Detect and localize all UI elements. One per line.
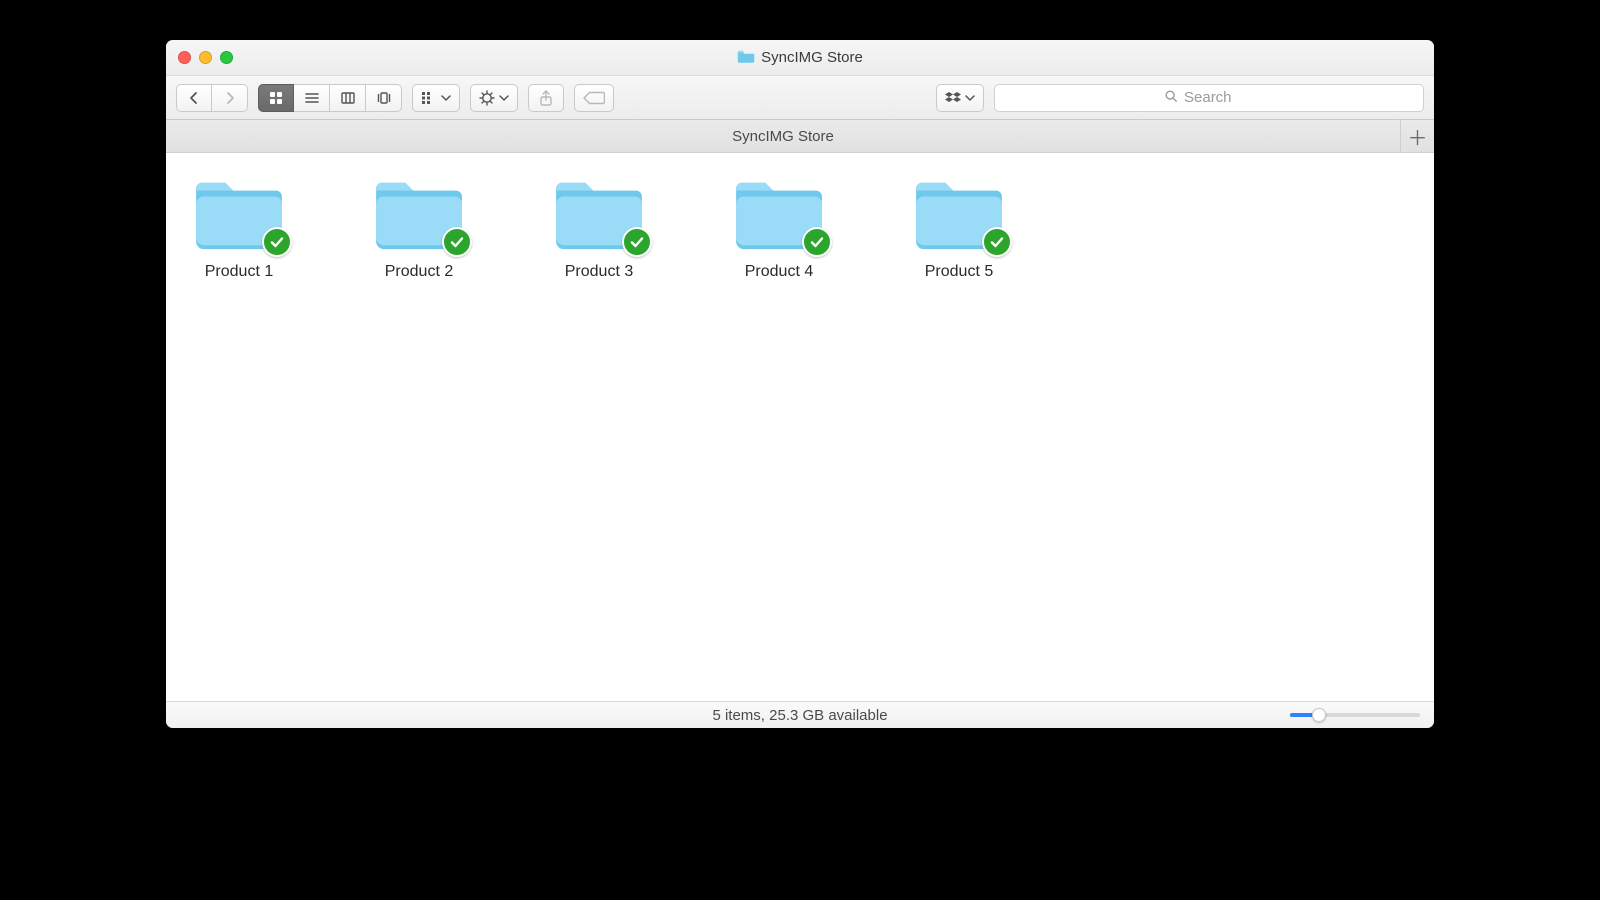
folder-label: Product 4 xyxy=(745,263,813,281)
forward-button[interactable] xyxy=(212,84,248,112)
folder-icon xyxy=(910,175,1008,253)
sync-ok-badge-icon xyxy=(442,227,472,257)
arrange-button[interactable] xyxy=(412,84,460,112)
icon-size-slider[interactable] xyxy=(1290,713,1420,717)
folder-icon xyxy=(730,175,828,253)
view-columns-button[interactable] xyxy=(330,84,366,112)
content-area[interactable]: Product 1 Product 2 Product 3 Product 4 … xyxy=(166,153,1434,701)
folder-icon xyxy=(737,49,755,67)
action-button[interactable] xyxy=(470,84,518,112)
slider-knob[interactable] xyxy=(1312,708,1326,722)
sync-ok-badge-icon xyxy=(802,227,832,257)
dropbox-button[interactable] xyxy=(936,84,984,112)
status-bar: 5 items, 25.3 GB available xyxy=(166,701,1434,728)
window-controls xyxy=(166,51,233,64)
share-button[interactable] xyxy=(528,84,564,112)
status-text: 5 items, 25.3 GB available xyxy=(166,707,1434,724)
window-title: SyncIMG Store xyxy=(166,49,1434,67)
back-button[interactable] xyxy=(176,84,212,112)
search-field[interactable] xyxy=(994,84,1424,112)
tab-current[interactable]: SyncIMG Store xyxy=(166,128,1400,145)
sync-ok-badge-icon xyxy=(622,227,652,257)
folder-icon xyxy=(190,175,288,253)
search-input[interactable] xyxy=(1184,89,1254,106)
tags-button[interactable] xyxy=(574,84,614,112)
close-window-button[interactable] xyxy=(178,51,191,64)
sync-ok-badge-icon xyxy=(262,227,292,257)
minimize-window-button[interactable] xyxy=(199,51,212,64)
folder-label: Product 5 xyxy=(925,263,993,281)
title-bar: SyncIMG Store xyxy=(166,40,1434,76)
finder-window: SyncIMG Store xyxy=(166,40,1434,728)
folder-label: Product 1 xyxy=(205,263,273,281)
zoom-window-button[interactable] xyxy=(220,51,233,64)
folder-item[interactable]: Product 4 xyxy=(724,175,834,281)
view-mode-controls xyxy=(258,84,402,112)
search-icon xyxy=(1164,89,1184,106)
folder-item[interactable]: Product 2 xyxy=(364,175,474,281)
tab-bar: SyncIMG Store ＋ xyxy=(166,120,1434,153)
folder-icon xyxy=(370,175,468,253)
view-list-button[interactable] xyxy=(294,84,330,112)
folder-item[interactable]: Product 1 xyxy=(184,175,294,281)
folder-item[interactable]: Product 5 xyxy=(904,175,1014,281)
window-title-text: SyncIMG Store xyxy=(761,49,863,66)
sync-ok-badge-icon xyxy=(982,227,1012,257)
nav-controls xyxy=(176,84,248,112)
view-gallery-button[interactable] xyxy=(366,84,402,112)
folder-label: Product 2 xyxy=(385,263,453,281)
folder-item[interactable]: Product 3 xyxy=(544,175,654,281)
view-icons-button[interactable] xyxy=(258,84,294,112)
folder-icon xyxy=(550,175,648,253)
toolbar xyxy=(166,76,1434,120)
folder-label: Product 3 xyxy=(565,263,633,281)
new-tab-button[interactable]: ＋ xyxy=(1400,120,1434,152)
